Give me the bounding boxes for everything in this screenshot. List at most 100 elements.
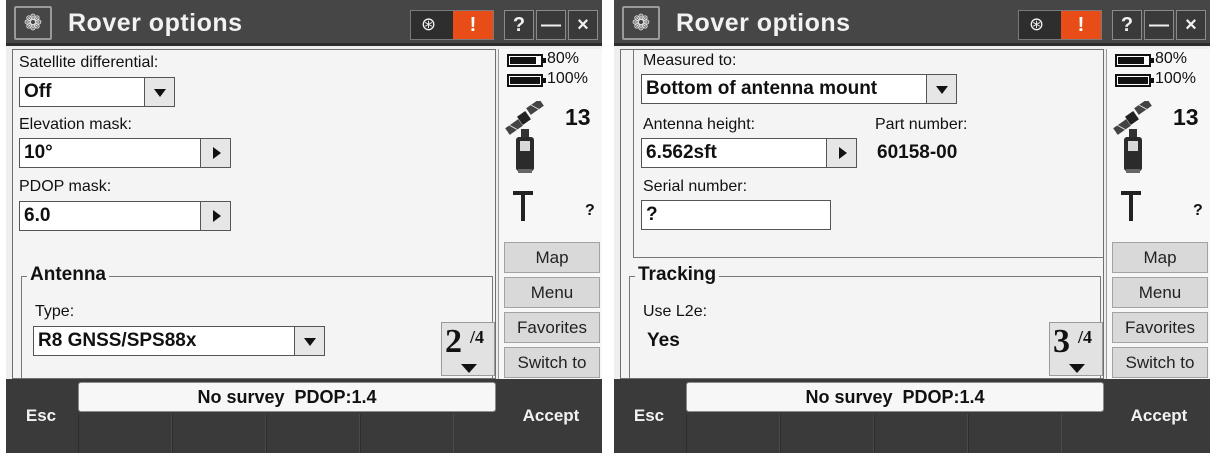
map-button[interactable]: Map	[1112, 242, 1208, 273]
pdop-mask-value: 6.0	[24, 205, 51, 226]
accept-button[interactable]: Accept	[500, 379, 602, 453]
options-panel: Satellite differential: Off Elevation ma…	[12, 49, 496, 379]
antenna-pole-icon[interactable]	[511, 191, 537, 221]
battery-tip	[543, 78, 546, 83]
antenna-type-select[interactable]: R8 GNSS/SPS88x	[33, 326, 325, 356]
softkey-1[interactable]	[686, 414, 780, 453]
close-button[interactable]: ×	[568, 10, 598, 40]
page-current: 2	[445, 323, 462, 360]
battery-level-1: 80%	[547, 50, 580, 67]
battery-level-2: 100%	[547, 70, 588, 87]
chevron-down-icon[interactable]	[926, 75, 956, 103]
chevron-down-icon[interactable]	[294, 327, 324, 355]
alert-icon[interactable]: !	[453, 11, 493, 39]
satellite-differential-select[interactable]: Off	[19, 77, 175, 107]
close-button[interactable]: ×	[1176, 10, 1206, 40]
softkey-3[interactable]	[266, 414, 360, 453]
page-total: /4	[470, 327, 485, 347]
satellite-count: 13	[1173, 104, 1199, 130]
status-indicator[interactable]: ⊛ !	[1018, 10, 1102, 40]
serial-number-label: Serial number:	[643, 178, 748, 195]
battery-tip	[543, 58, 546, 63]
arrow-right-icon[interactable]	[826, 139, 856, 167]
part-number-label: Part number:	[875, 116, 968, 133]
accept-button[interactable]: Accept	[1108, 379, 1210, 453]
antenna-height-field[interactable]: 6.562sft	[641, 138, 857, 168]
satellite-differential-value: Off	[24, 81, 52, 102]
window-title: Rover options	[676, 9, 851, 37]
softkey-2[interactable]	[172, 414, 266, 453]
antenna-height-value: 6.562sft	[646, 142, 717, 163]
menu-button[interactable]: Menu	[1112, 277, 1208, 308]
page-indicator[interactable]: 3 /4	[1049, 322, 1103, 376]
battery-fill	[1118, 57, 1144, 64]
switch-to-button[interactable]: Switch to	[504, 347, 600, 378]
page-indicator[interactable]: 2 /4	[441, 322, 495, 376]
favorites-button[interactable]: Favorites	[1112, 312, 1208, 343]
satellite-count: 13	[565, 104, 591, 130]
help-button[interactable]: ?	[504, 10, 534, 40]
elevation-mask-field[interactable]: 10°	[19, 138, 231, 168]
measured-to-label: Measured to:	[643, 52, 737, 69]
elevation-mask-label: Elevation mask:	[19, 116, 132, 133]
antenna-height-label: Antenna height:	[643, 116, 756, 133]
esc-button[interactable]: Esc	[6, 379, 76, 453]
measured-to-select[interactable]: Bottom of antenna mount	[641, 74, 957, 104]
window-title: Rover options	[68, 9, 243, 37]
serial-number-field[interactable]: ?	[641, 200, 831, 230]
unknown-status: ?	[585, 202, 595, 219]
softkey-1[interactable]	[78, 414, 172, 453]
arrow-right-icon[interactable]	[200, 139, 230, 167]
softkey-2[interactable]	[780, 414, 874, 453]
survey-status-bar: No survey PDOP:1.4	[686, 382, 1104, 412]
battery-tip	[1151, 58, 1154, 63]
use-l2e-value: Yes	[647, 330, 680, 351]
switch-to-button[interactable]: Switch to	[1112, 347, 1208, 378]
status-sidebar: 80% 100% 13 ? Map Menu Favorites Switch …	[1106, 49, 1210, 379]
satellite-connection-icon: ⊛	[1029, 14, 1045, 34]
options-panel: Measured to: Bottom of antenna mount Ant…	[620, 49, 1104, 379]
status-indicator[interactable]: ⊛ !	[410, 10, 494, 40]
softkey-3[interactable]	[874, 414, 968, 453]
receiver-icon[interactable]	[1121, 129, 1145, 175]
title-bar: ❁ Rover options ⊛ ! ? — ×	[6, 0, 602, 46]
unknown-status: ?	[1193, 202, 1203, 219]
receiver-icon[interactable]	[513, 129, 537, 175]
status-sidebar: 80% 100% 13 ? Map Menu Favorites Switch …	[498, 49, 602, 379]
elevation-mask-value: 10°	[24, 142, 53, 163]
favorites-button[interactable]: Favorites	[504, 312, 600, 343]
softkey-4[interactable]	[360, 414, 454, 453]
antenna-group-title: Antenna	[27, 264, 109, 286]
battery-fill	[510, 77, 540, 84]
battery-icon	[1115, 74, 1154, 87]
rose-logo-icon[interactable]: ❁	[14, 6, 52, 40]
arrow-right-icon[interactable]	[200, 202, 230, 230]
satellite-differential-label: Satellite differential:	[19, 54, 159, 71]
battery-level-1: 80%	[1155, 50, 1188, 67]
minimize-button[interactable]: —	[1144, 10, 1174, 40]
rose-logo-icon[interactable]: ❁	[622, 6, 660, 40]
antenna-type-value: R8 GNSS/SPS88x	[38, 330, 197, 351]
battery-level-2: 100%	[1155, 70, 1196, 87]
alert-icon[interactable]: !	[1061, 11, 1101, 39]
esc-button[interactable]: Esc	[614, 379, 684, 453]
rover-options-screen-right: ❁ Rover options ⊛ ! ? — × Measured to: B…	[614, 0, 1210, 453]
softkey-4[interactable]	[968, 414, 1062, 453]
help-button[interactable]: ?	[1112, 10, 1142, 40]
menu-button[interactable]: Menu	[504, 277, 600, 308]
chevron-down-icon[interactable]	[144, 78, 174, 106]
antenna-pole-icon[interactable]	[1119, 191, 1145, 221]
pdop-mask-field[interactable]: 6.0	[19, 201, 231, 231]
minimize-button[interactable]: —	[536, 10, 566, 40]
survey-status-bar: No survey PDOP:1.4	[78, 382, 496, 412]
antenna-type-label: Type:	[35, 303, 75, 320]
map-button[interactable]: Map	[504, 242, 600, 273]
page-total: /4	[1078, 327, 1093, 347]
pdop-mask-label: PDOP mask:	[19, 178, 112, 195]
battery-icon	[507, 54, 546, 67]
battery-fill	[1118, 77, 1148, 84]
rover-options-screen-left: ❁ Rover options ⊛ ! ? — × Satellite diff…	[6, 0, 602, 453]
battery-icon	[507, 74, 546, 87]
arrow-down-icon	[461, 364, 477, 373]
page-current: 3	[1053, 323, 1070, 360]
